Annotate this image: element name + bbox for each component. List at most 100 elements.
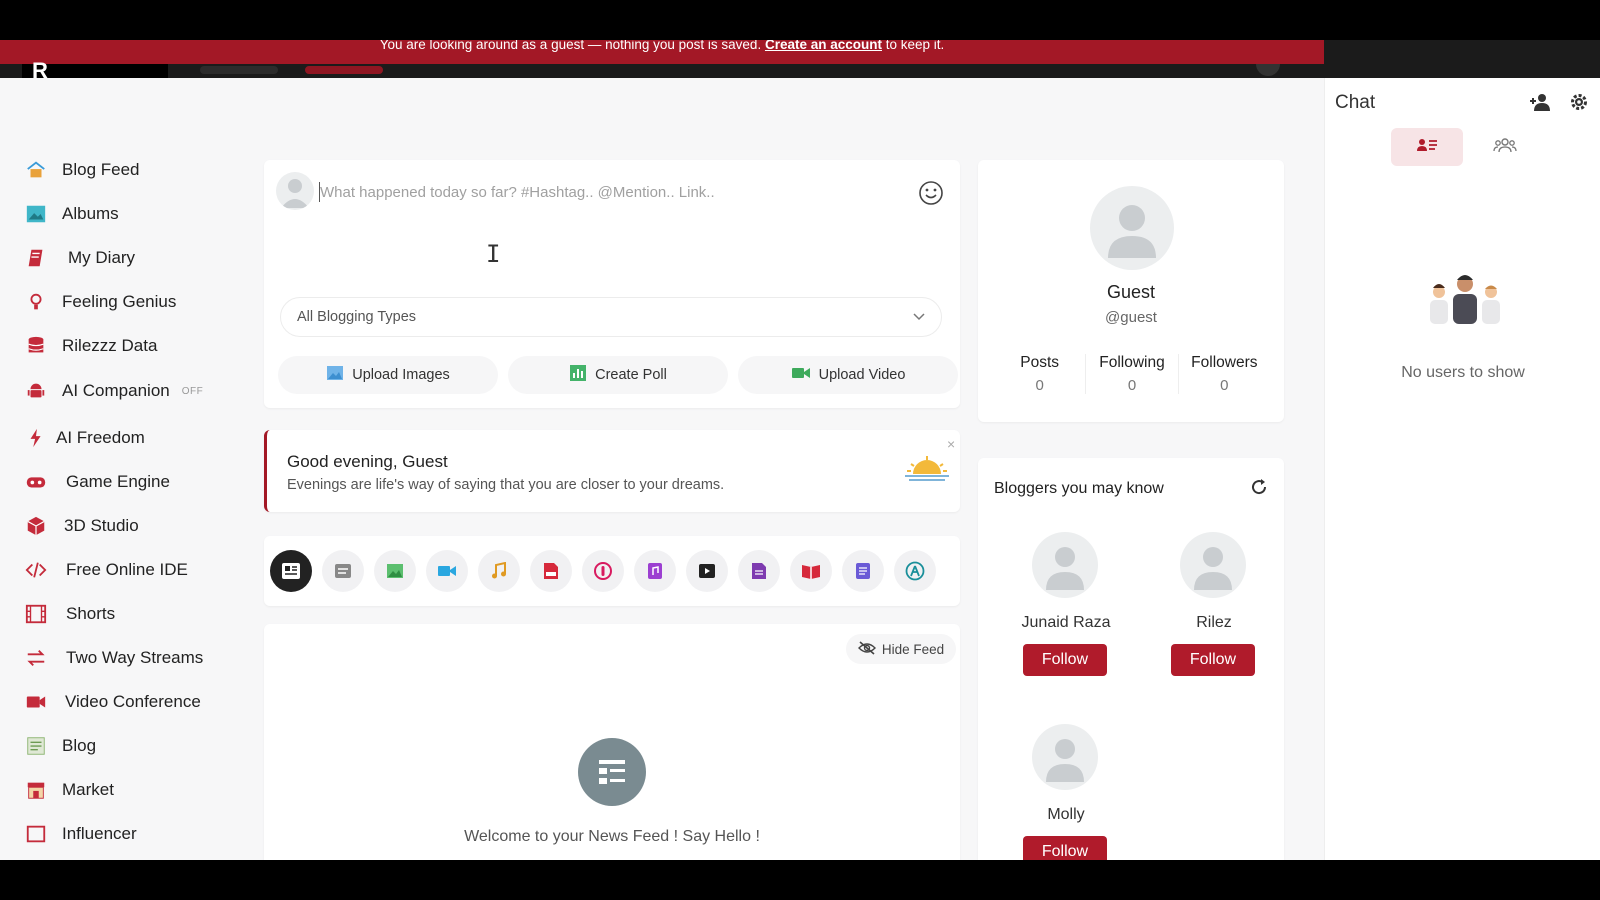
type-movie-icon[interactable]: [686, 550, 728, 592]
sidebar-item-free-online-ide[interactable]: Free Online IDE: [24, 555, 188, 585]
cube-icon: [24, 514, 48, 538]
avatar[interactable]: [1032, 724, 1098, 790]
type-notes-icon[interactable]: [842, 550, 884, 592]
group-icon: [1493, 137, 1517, 158]
type-podcast-icon[interactable]: [582, 550, 624, 592]
upload-video-label: Upload Video: [818, 367, 906, 383]
news-feed: Hide Feed Welcome to your News Feed ! Sa…: [264, 624, 960, 860]
upload-images-label: Upload Images: [352, 367, 450, 383]
type-ebook-icon[interactable]: [790, 550, 832, 592]
sidebar-item-two-way-streams[interactable]: Two Way Streams: [24, 643, 203, 673]
logo-mark-icon: R: [32, 58, 48, 83]
gamepad-icon: [24, 470, 48, 494]
sidebar-item-ai-freedom[interactable]: AI Freedom: [24, 423, 145, 453]
create-account-link[interactable]: Create an account: [765, 40, 882, 52]
type-accessibility-icon[interactable]: [894, 550, 936, 592]
sidebar-item-label: Rilezzz Data: [62, 336, 158, 355]
sidebar-item-blog[interactable]: Blog: [24, 731, 96, 761]
emoji-icon[interactable]: [918, 180, 944, 206]
type-music-icon[interactable]: [478, 550, 520, 592]
sidebar-item-albums[interactable]: Albums: [24, 199, 119, 229]
follow-button[interactable]: Follow: [1023, 644, 1107, 676]
avatar[interactable]: [1032, 532, 1098, 598]
sidebar-item-game-engine[interactable]: Game Engine: [24, 467, 170, 497]
stat-followers[interactable]: Followers 0: [1177, 354, 1270, 394]
guest-banner: You are looking around as a guest — noth…: [0, 40, 1324, 64]
blog-icon: [24, 734, 48, 758]
hide-feed-label: Hide Feed: [881, 641, 945, 657]
sunset-icon: [903, 454, 951, 489]
sidebar-item-ai-companion[interactable]: AI Companion OFF: [24, 376, 203, 406]
sidebar-item-feeling-genius[interactable]: Feeling Genius: [24, 287, 176, 317]
type-video-icon[interactable]: [426, 550, 468, 592]
add-user-icon[interactable]: [1529, 92, 1553, 117]
sidebar-item-rilezzz-data[interactable]: Rilezzz Data: [24, 331, 157, 361]
stat-value: 0: [1220, 377, 1229, 394]
code-icon: [24, 558, 48, 582]
profile-stats: Posts 0 Following 0 Followers 0: [994, 354, 1270, 394]
avatar[interactable]: [1090, 186, 1174, 270]
sidebar-item-label: Free Online IDE: [66, 560, 188, 579]
post-input[interactable]: What happened today so far? #Hashtag.. @…: [320, 184, 715, 201]
greeting-card: Good evening, Guest Evenings are life's …: [264, 430, 960, 512]
profile-handle: @guest: [1105, 309, 1157, 326]
type-audio-file-icon[interactable]: [634, 550, 676, 592]
avatar[interactable]: [1180, 532, 1246, 598]
tab-contacts[interactable]: [1391, 128, 1463, 166]
android-icon: [24, 379, 48, 403]
user-avatar-button[interactable]: [1256, 64, 1280, 76]
type-image-icon[interactable]: [374, 550, 416, 592]
blogger-name[interactable]: Molly: [996, 806, 1136, 824]
upload-video-button[interactable]: Upload Video: [738, 356, 958, 394]
type-document-icon[interactable]: [738, 550, 780, 592]
guest-banner-text-end: to keep it.: [882, 40, 945, 52]
sidebar-item-blog-feed[interactable]: Blog Feed: [24, 155, 140, 185]
ai-companion-status-badge: OFF: [181, 385, 204, 397]
type-text-icon[interactable]: [322, 550, 364, 592]
create-poll-button[interactable]: Create Poll: [508, 356, 728, 394]
blogger-name[interactable]: Junaid Raza: [996, 614, 1136, 632]
stat-following[interactable]: Following 0: [1085, 354, 1177, 394]
sidebar-item-label: Market: [62, 780, 114, 799]
upload-images-button[interactable]: Upload Images: [278, 356, 498, 394]
feed-list-icon: [578, 738, 646, 806]
post-type-bar: [264, 536, 960, 606]
nav-pill[interactable]: [200, 66, 278, 74]
sidebar-item-label: Feeling Genius: [62, 292, 177, 311]
sidebar-item-label: Shorts: [66, 604, 116, 623]
video-camera-icon: [24, 690, 48, 714]
home-icon: [24, 158, 48, 182]
sidebar-item-label: My Diary: [68, 248, 136, 267]
blogger-name[interactable]: Rilez: [1144, 614, 1284, 632]
gear-icon[interactable]: [1569, 92, 1589, 117]
follow-button[interactable]: Follow: [1023, 836, 1107, 860]
sidebar-item-label: AI Companion: [62, 381, 170, 400]
sidebar-item-influencer[interactable]: Influencer: [24, 819, 137, 849]
create-poll-label: Create Poll: [595, 367, 667, 383]
stat-label: Followers: [1191, 354, 1258, 371]
lightbulb-icon: [24, 290, 48, 314]
sidebar-item-3d-studio[interactable]: 3D Studio: [24, 511, 139, 541]
type-pdf-icon[interactable]: [530, 550, 572, 592]
sidebar-item-shorts[interactable]: Shorts: [24, 599, 115, 629]
sidebar-item-my-diary[interactable]: My Diary: [24, 243, 135, 273]
greeting-title: Good evening, Guest: [287, 452, 448, 471]
site-logo[interactable]: R: [22, 58, 168, 83]
blogging-type-select[interactable]: All Blogging Types: [280, 297, 942, 337]
blogger-card: Junaid Raza Follow: [996, 516, 1136, 700]
nav-pill-active[interactable]: [305, 66, 383, 74]
refresh-icon[interactable]: [1250, 478, 1268, 501]
sidebar-item-video-conference[interactable]: Video Conference: [24, 687, 201, 717]
stat-label: Posts: [1020, 354, 1060, 371]
hide-feed-button[interactable]: Hide Feed: [846, 634, 956, 664]
lightning-icon: [24, 426, 48, 450]
stat-posts[interactable]: Posts 0: [994, 354, 1085, 394]
follow-button[interactable]: Follow: [1171, 644, 1255, 676]
top-letterbox: [0, 0, 1600, 40]
close-icon[interactable]: ×: [947, 436, 955, 452]
top-navbar: R: [0, 58, 1324, 83]
sidebar-item-market[interactable]: Market: [24, 775, 114, 805]
tab-groups[interactable]: [1469, 128, 1541, 166]
film-icon: [24, 602, 48, 626]
type-article-icon[interactable]: [270, 550, 312, 592]
